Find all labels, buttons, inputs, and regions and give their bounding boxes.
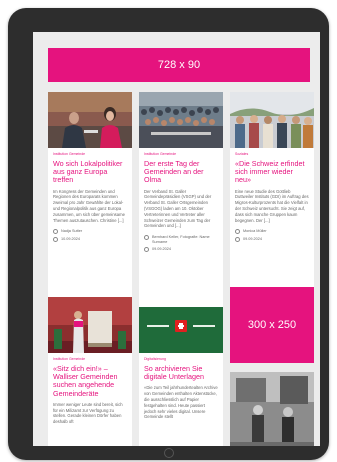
article-image[interactable] — [48, 297, 132, 353]
article-card[interactable] — [230, 372, 314, 446]
article-category[interactable]: Institution Gemeinde — [144, 152, 218, 156]
article-card[interactable]: Digitalisierung So archivieren Sie digit… — [139, 307, 223, 446]
article-image[interactable] — [230, 372, 314, 446]
article-title[interactable]: Wo sich Lokalpolitiker aus ganz Europa t… — [53, 159, 127, 185]
calendar-icon — [235, 237, 240, 243]
tablet-frame: 728 x 90 Institution Gemeinde Wo sich Lo… — [8, 8, 329, 460]
calendar-icon — [144, 247, 149, 253]
home-button[interactable] — [164, 448, 174, 458]
article-author: Bernhard Keller, Fotografie: Name Surnam… — [152, 235, 210, 244]
article-category[interactable]: Soziales — [235, 152, 309, 156]
author-icon — [235, 229, 240, 235]
leaderboard-ad-label: 728 x 90 — [157, 59, 201, 71]
article-image[interactable] — [230, 92, 314, 148]
author-icon — [53, 229, 58, 235]
article-title[interactable]: Der erste Tag der Gemeinden an der Olma — [144, 159, 218, 185]
article-card[interactable]: Institution Gemeinde «Sitz dich ein!» – … — [48, 297, 132, 446]
article-author: Nadja Sutter — [61, 229, 83, 234]
article-excerpt: Immer weniger Leute sind bereit, sich fü… — [53, 401, 123, 425]
article-card[interactable]: Institution Gemeinde Der erste Tag der G… — [139, 92, 223, 307]
article-title[interactable]: So archivieren Sie digitale Unterlagen — [144, 364, 218, 381]
article-date: 09.09.2024 — [243, 237, 263, 242]
article-date: 10.09.2024 — [61, 237, 81, 242]
article-image[interactable] — [48, 92, 132, 148]
article-title[interactable]: «Sitz dich ein!» – Walliser Gemeinden su… — [53, 364, 127, 398]
article-excerpt: «Die zum Teil jahrhundertealten Archive … — [144, 385, 218, 420]
sidebar-ad-label: 300 x 250 — [247, 319, 297, 331]
article-category[interactable]: Institution Gemeinde — [53, 152, 127, 156]
article-card[interactable]: Soziales «Die Schweiz erfindet sich imme… — [230, 92, 314, 300]
article-image[interactable] — [139, 92, 223, 148]
calendar-icon — [53, 237, 58, 243]
article-card[interactable]: Institution Gemeinde Wo sich Lokalpoliti… — [48, 92, 132, 307]
author-icon — [144, 235, 149, 241]
tablet-screen: 728 x 90 Institution Gemeinde Wo sich Lo… — [33, 32, 320, 446]
article-excerpt: Der Verband St. Galler Gemeindepräsidien… — [144, 188, 212, 229]
article-image[interactable] — [139, 307, 223, 353]
leaderboard-ad[interactable]: 728 x 90 — [48, 48, 310, 82]
article-excerpt: Im Kongress der Gemeinden und Regionen d… — [53, 188, 125, 223]
article-category[interactable]: Digitalisierung — [144, 357, 218, 361]
sidebar-ad[interactable]: 300 x 250 — [230, 287, 314, 363]
article-date: 09.09.2024 — [152, 247, 172, 252]
article-author: Monica Müller — [243, 229, 267, 234]
article-excerpt: Eine neue Studie des Gottlieb Duttweiler… — [235, 188, 309, 223]
article-title[interactable]: «Die Schweiz erfindet sich immer wieder … — [235, 159, 309, 185]
article-category[interactable]: Institution Gemeinde — [53, 357, 127, 361]
